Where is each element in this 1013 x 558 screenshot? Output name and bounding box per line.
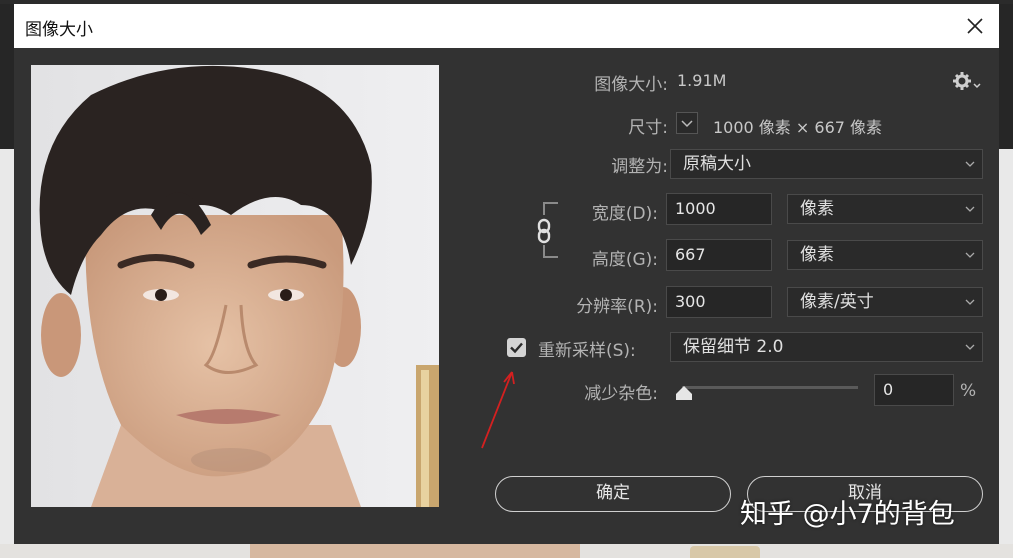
fit-to-select[interactable]: 原稿大小	[670, 149, 983, 179]
resolution-unit-select[interactable]: 像素/英寸	[787, 287, 983, 317]
noise-input[interactable]: 0	[874, 374, 954, 406]
background-app-left	[0, 4, 14, 558]
height-label: 高度(G):	[591, 250, 658, 270]
height-unit-select[interactable]: 像素	[787, 240, 983, 270]
chevron-down-icon	[681, 120, 693, 128]
height-unit-value: 像素	[800, 245, 834, 265]
checkmark-icon	[510, 342, 523, 354]
height-input[interactable]: 667	[666, 239, 772, 271]
chevron-down-icon	[965, 344, 975, 350]
noise-slider-track[interactable]	[682, 386, 858, 389]
width-label: 宽度(D):	[591, 204, 658, 224]
resample-method-value: 保留细节 2.0	[683, 337, 784, 357]
annotation-arrow	[481, 371, 515, 449]
dialog-titlebar[interactable]: 图像大小	[14, 4, 999, 48]
dialog-title: 图像大小	[25, 20, 93, 40]
image-size-dialog: 图像大小 图像大小: 1.91M 尺寸: 1000 像素 × 667 像素 调整…	[14, 4, 999, 544]
fit-to-value: 原稿大小	[683, 154, 751, 174]
ok-button[interactable]: 确定	[495, 476, 731, 512]
resample-label: 重新采样(S):	[538, 341, 636, 361]
background-app-right	[999, 4, 1013, 558]
dimensions-value: 1000 像素 × 667 像素	[713, 118, 883, 137]
noise-label: 减少杂色:	[584, 384, 658, 404]
fit-to-label: 调整为:	[611, 157, 668, 177]
resolution-unit-value: 像素/英寸	[800, 292, 874, 312]
resample-checkbox[interactable]	[507, 338, 526, 357]
watermark-text: 知乎 @小7的背包	[740, 499, 955, 530]
gear-icon[interactable]	[952, 70, 982, 92]
width-unit-select[interactable]: 像素	[787, 194, 983, 224]
dimensions-unit-dropdown[interactable]	[676, 112, 698, 134]
chevron-down-icon	[965, 206, 975, 212]
portrait-photo	[31, 65, 439, 507]
width-input[interactable]: 1000	[666, 193, 772, 225]
chevron-down-icon	[965, 299, 975, 305]
background-app-bottom	[0, 544, 1013, 558]
image-size-label: 图像大小:	[594, 75, 668, 95]
resolution-label: 分辨率(R):	[576, 297, 658, 317]
chevron-down-icon	[965, 161, 975, 167]
close-icon[interactable]	[961, 12, 989, 40]
resolution-input[interactable]: 300	[666, 286, 772, 318]
noise-unit: %	[960, 381, 977, 401]
resample-method-select[interactable]: 保留细节 2.0	[670, 332, 983, 362]
link-icon[interactable]	[534, 218, 554, 244]
dimensions-label: 尺寸:	[628, 118, 668, 138]
chevron-down-icon	[965, 252, 975, 258]
noise-slider-thumb[interactable]	[676, 385, 692, 400]
image-size-value: 1.91M	[677, 71, 727, 90]
image-preview[interactable]	[31, 65, 439, 507]
width-unit-value: 像素	[800, 199, 834, 219]
